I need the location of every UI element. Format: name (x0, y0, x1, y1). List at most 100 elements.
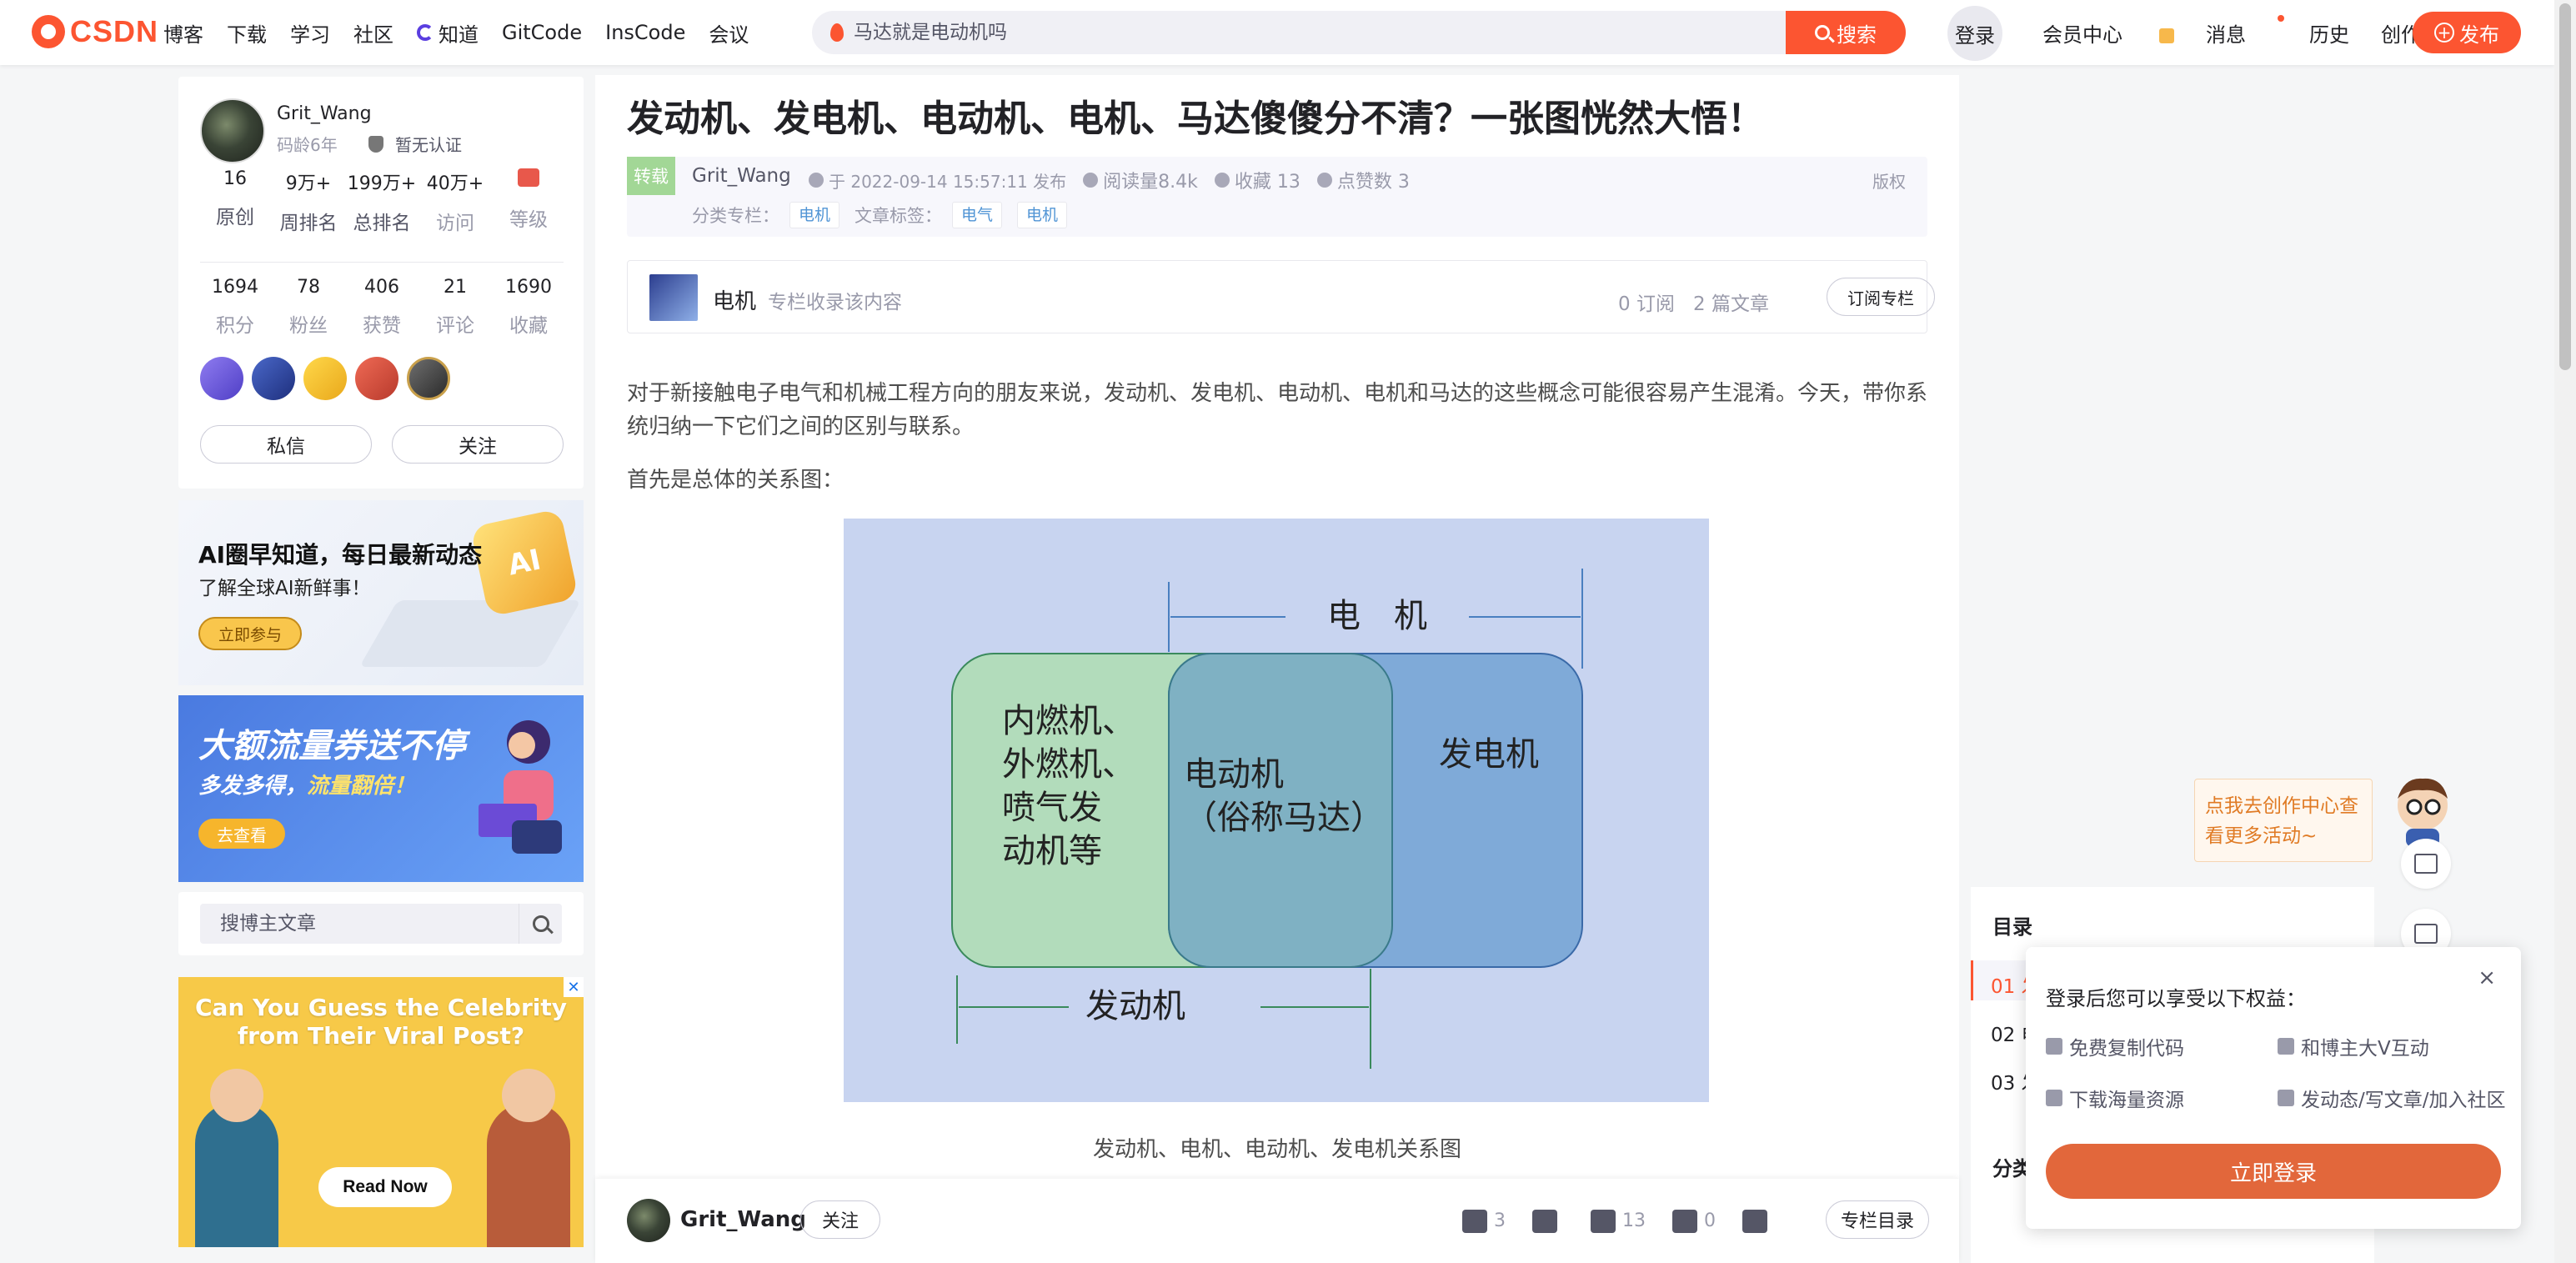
publish-button[interactable]: + 发布 (2413, 12, 2521, 53)
medal-badge-icon[interactable] (407, 357, 450, 400)
stat-original[interactable]: 16 原创 (198, 168, 272, 235)
check-badge-icon[interactable] (303, 357, 347, 400)
rocket-badge-icon[interactable] (252, 357, 295, 400)
meta-author[interactable]: Grit_Wang (692, 165, 791, 187)
stat-label: 评论 (436, 315, 474, 337)
article-main: 发动机、发电机、电动机、电机、马达傻傻分不清？一张图恍然大悟！ 转载 Grit_… (595, 75, 1959, 1263)
copyright-link[interactable]: 版权 (1872, 168, 1906, 193)
nav-inscode[interactable]: InsCode (605, 21, 685, 44)
meta-info-row: 于 2022-09-14 15:57:11 发布 阅读量8.4k 收藏 13 点… (809, 167, 1426, 193)
category-tag[interactable]: 电机 (789, 202, 840, 228)
category-label: 分类专栏： (692, 206, 779, 226)
page-scrollbar[interactable] (2554, 0, 2576, 1263)
promo-view-button[interactable]: 去查看 (198, 819, 285, 849)
nav-gitcode[interactable]: GitCode (502, 21, 582, 44)
promo-subline-highlight: 流量翻倍！ (307, 774, 416, 799)
scrollbar-thumb[interactable] (2559, 3, 2571, 370)
follow-author-button[interactable]: 关注 (392, 425, 564, 464)
subscribe-column-button[interactable]: 订阅专栏 (1827, 278, 1935, 316)
ad-read-now-button[interactable]: Read Now (318, 1167, 452, 1207)
close-icon[interactable]: × (2478, 965, 2496, 990)
badge-icon[interactable] (200, 357, 243, 400)
stats-row-bottom: 1694 积分 78 粉丝 406 获赞 21 评论 1690 收藏 (198, 277, 565, 338)
nav-meeting[interactable]: 会议 (709, 18, 749, 48)
promo-subline: 了解全球AI新鲜事！ (198, 578, 371, 599)
mascot-icon[interactable] (2388, 774, 2456, 849)
column-subscribers: 0 订阅 (1618, 293, 1675, 315)
advertisement[interactable]: ✕ Can You Guess the Celebrity from Their… (178, 977, 584, 1247)
column-toc-button[interactable]: 专栏目录 (1826, 1200, 1929, 1239)
stat-level[interactable]: 等级 (492, 168, 565, 235)
csdn-logo[interactable]: CSDN (32, 13, 158, 50)
vip-center-link[interactable]: 会员中心 (2042, 18, 2174, 48)
repost-badge: 转载 (627, 157, 675, 195)
gift-icon (2159, 28, 2174, 43)
toolbar-author-avatar[interactable] (627, 1199, 670, 1242)
dislike-button[interactable] (1532, 1209, 1564, 1233)
chart-icon (2414, 854, 2438, 874)
article-tag[interactable]: 电机 (1017, 202, 1068, 228)
cert-label: 暂无认证 (395, 135, 462, 155)
stat-favorites: 1690 收藏 (492, 277, 565, 338)
nav-community[interactable]: 社区 (353, 18, 393, 48)
hot-flame-icon (830, 23, 844, 42)
perk-post: 发动态/写文章/加入社区 (2278, 1084, 2506, 1112)
engine-group-label: 发动机 (1085, 987, 1185, 1025)
login-button[interactable]: 登录 (1947, 6, 2002, 61)
like-count[interactable]: 点赞数 3 (1316, 167, 1410, 193)
private-message-button[interactable]: 私信 (200, 425, 372, 464)
stat-value: 78 (297, 277, 320, 298)
download-icon (2046, 1090, 2062, 1106)
like-button[interactable]: 3 (1462, 1209, 1506, 1233)
toolbar-follow-button[interactable]: 关注 (800, 1200, 880, 1239)
stat-value: 1694 (212, 277, 258, 298)
nav-download[interactable]: 下载 (227, 18, 267, 48)
favorite-count[interactable]: 收藏 13 (1214, 167, 1301, 193)
article-title: 发动机、发电机、电动机、电机、马达傻傻分不清？一张图恍然大悟！ (627, 98, 1764, 140)
electric-motor-label: 电动机 (1184, 755, 1284, 794)
promo-join-button[interactable]: 立即参与 (198, 617, 302, 650)
stat-value: 199万+ (347, 173, 417, 194)
column-name[interactable]: 电机 (713, 284, 756, 315)
divider (200, 262, 564, 263)
stat-label: 周排名 (279, 213, 338, 234)
ai-cube-icon: AI (469, 508, 579, 618)
search-input[interactable] (854, 11, 1754, 54)
stat-fans[interactable]: 78 粉丝 (272, 277, 345, 338)
read-count: 阅读量8.4k (1083, 167, 1198, 193)
messages-link[interactable]: 消息 (2206, 14, 2284, 48)
messages-label: 消息 (2206, 23, 2246, 47)
history-link[interactable]: 历史 (2309, 18, 2349, 48)
blog-search-button[interactable] (519, 904, 562, 944)
nav-learn[interactable]: 学习 (290, 18, 330, 48)
login-now-button[interactable]: 立即登录 (2046, 1144, 2501, 1199)
author-avatar[interactable] (200, 98, 265, 163)
perk-download: 下载海量资源 (2046, 1084, 2184, 1112)
pen-badge-icon[interactable] (355, 357, 398, 400)
toolbar-author-name[interactable]: Grit_Wang (680, 1207, 806, 1232)
stat-value: 406 (364, 277, 399, 298)
column-desc: 专栏收录该内容 (768, 292, 902, 313)
publish-time-text: 于 2022-09-14 15:57:11 发布 (829, 171, 1067, 192)
engine-line: 外燃机、 (1002, 745, 1135, 784)
nav-zhidao[interactable]: 知道 (417, 18, 479, 48)
creator-center-tip[interactable]: 点我去创作中心查看更多活动~ (2194, 779, 2373, 862)
search-button[interactable]: 搜索 (1786, 11, 1906, 54)
article-tag[interactable]: 电气 (952, 202, 1003, 228)
popup-title: 登录后您可以享受以下权益： (2046, 987, 2306, 1010)
column-cover[interactable] (649, 274, 698, 321)
author-name[interactable]: Grit_Wang (277, 103, 372, 124)
author-age: 码龄6年 (277, 135, 338, 155)
blog-search-input[interactable] (220, 904, 520, 944)
stat-visits: 40万+ 访问 (418, 168, 492, 235)
stat-value: 1690 (505, 277, 552, 298)
share-button[interactable] (1742, 1209, 1774, 1233)
favorite-button[interactable]: 13 (1591, 1209, 1646, 1233)
shield-icon (368, 135, 383, 153)
comment-button[interactable]: 0 (1672, 1209, 1716, 1233)
traffic-coupon-banner[interactable]: 大额流量券送不停 多发多得，流量翻倍！ 去查看 (178, 695, 584, 882)
ad-headline: Can You Guess the Celebrity from Their V… (194, 994, 567, 1050)
ai-promo-banner[interactable]: AI AI圈早知道，每日最新动态 了解全球AI新鲜事！ 立即参与 (178, 500, 584, 685)
nav-blog[interactable]: 博客 (163, 18, 203, 48)
data-chart-button[interactable] (2401, 839, 2451, 889)
